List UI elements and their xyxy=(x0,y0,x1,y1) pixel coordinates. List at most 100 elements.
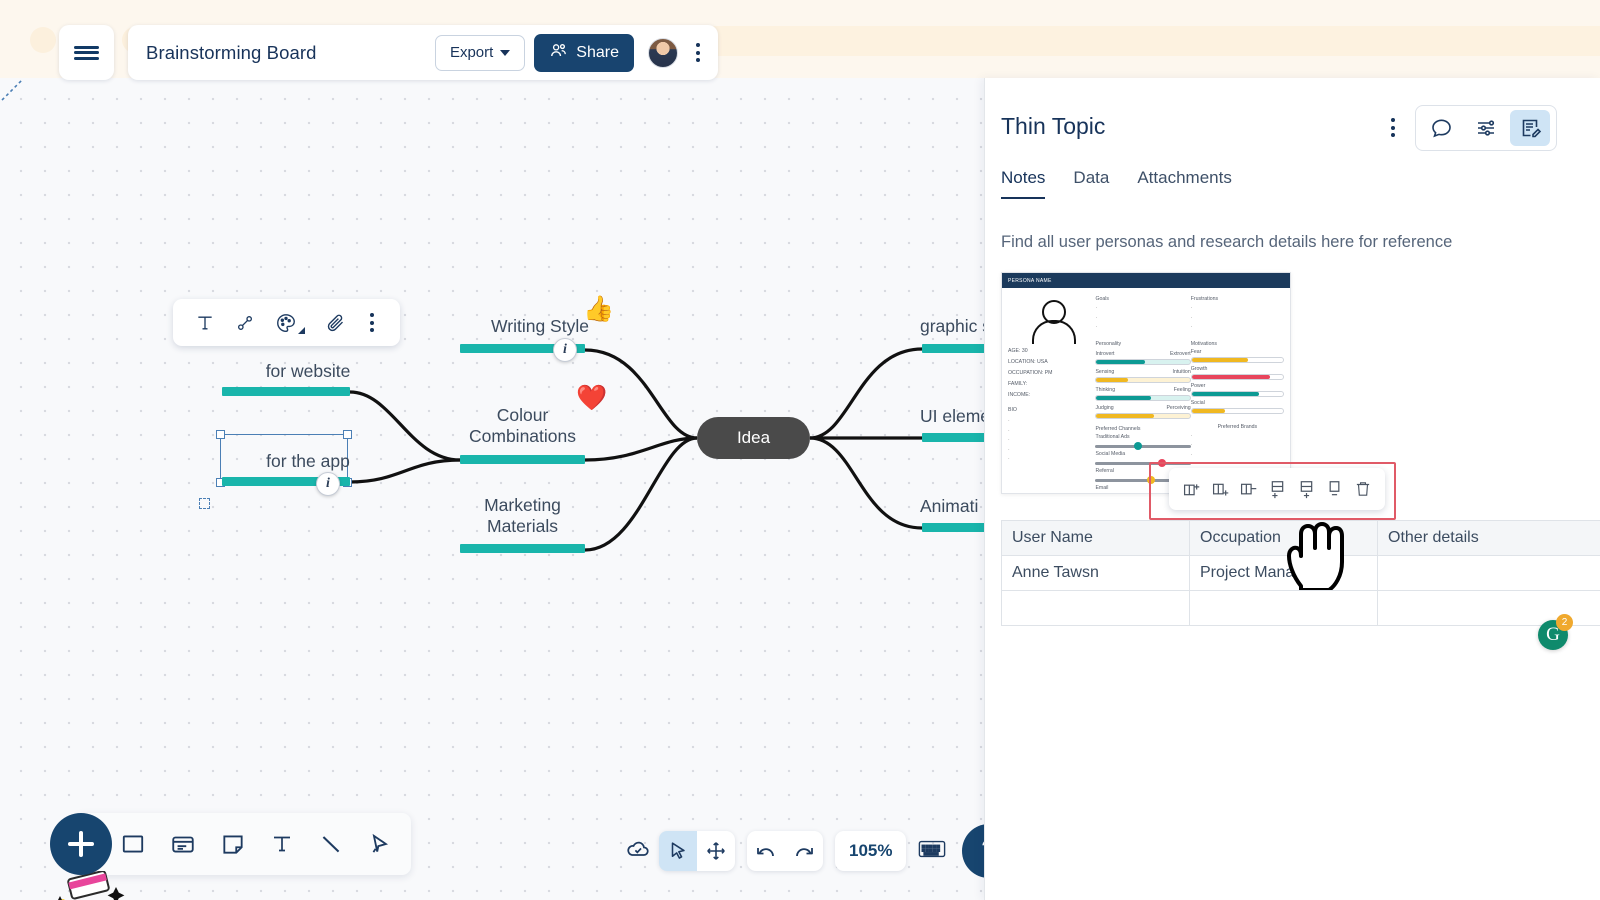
persona-bio-label: BIO xyxy=(1008,407,1017,413)
table-cell-user-name[interactable]: Anne Tawsn xyxy=(1001,555,1190,591)
persona-bio-line: · xyxy=(1008,446,1010,453)
node-bar-colour-combinations[interactable] xyxy=(460,455,585,464)
board-title[interactable]: Brainstorming Board xyxy=(146,42,435,64)
motivation-label: Social xyxy=(1190,399,1205,406)
table-edit-toolbar[interactable] xyxy=(1169,468,1385,510)
pen-tool-icon[interactable] xyxy=(368,831,394,857)
persona-bio-line: · xyxy=(1008,456,1010,462)
persona-goals-label: Goals xyxy=(1095,296,1110,302)
notes-description-text: Find all user personas and research deta… xyxy=(1001,233,1453,251)
keyboard-shortcuts-icon[interactable] xyxy=(918,838,946,865)
trait-right-label: Feeling xyxy=(1173,386,1191,393)
delete-column-icon[interactable] xyxy=(1239,480,1258,499)
pan-move-icon[interactable] xyxy=(697,831,735,871)
table-row[interactable] xyxy=(1001,590,1600,626)
table-cell-other-details[interactable] xyxy=(1377,555,1600,591)
table-header-occupation[interactable]: Occupation xyxy=(1189,520,1378,556)
comment-bubble-icon[interactable] xyxy=(1422,110,1462,146)
trait-left-label: Sensing xyxy=(1095,368,1115,375)
persona-frustration-line: · xyxy=(1190,314,1193,321)
resize-handle-tr[interactable] xyxy=(343,430,352,439)
insert-row-above-icon[interactable] xyxy=(1268,480,1287,499)
insert-column-left-icon[interactable] xyxy=(1182,480,1201,499)
share-button[interactable]: Share xyxy=(534,33,634,72)
zoom-level-value: 105% xyxy=(849,841,893,860)
user-avatar[interactable] xyxy=(648,37,678,68)
persona-trait: Introvert Extrovert xyxy=(1095,350,1191,365)
text-tool-icon[interactable] xyxy=(270,832,294,856)
grammarly-badge[interactable]: G 2 xyxy=(1538,614,1573,650)
persona-motivation: Power xyxy=(1190,383,1284,397)
line-tool-icon[interactable] xyxy=(318,831,344,857)
pointer-mode-pill[interactable] xyxy=(659,831,735,871)
resize-handle-tl[interactable] xyxy=(216,430,225,439)
shape-tool-dock[interactable] xyxy=(75,813,411,875)
chevron-down-icon xyxy=(500,49,511,56)
window-close-dot[interactable] xyxy=(30,27,56,53)
zoom-level-display[interactable]: 105% xyxy=(835,831,907,871)
add-element-button[interactable] xyxy=(50,813,112,875)
node-info-badge-for-the-app[interactable]: i xyxy=(316,472,340,496)
persona-trait: Sensing Intuition xyxy=(1095,368,1191,383)
table-header-other-details[interactable]: Other details xyxy=(1377,520,1600,556)
redo-arrow-icon[interactable] xyxy=(785,831,823,871)
history-pill[interactable] xyxy=(747,831,823,871)
cursor-select-icon[interactable] xyxy=(659,831,697,871)
tab-notes[interactable]: Notes xyxy=(1001,168,1046,199)
persona-goal-line: · xyxy=(1095,324,1098,330)
table-cell-occupation[interactable]: Project Manager xyxy=(1189,555,1378,591)
main-menu-button[interactable] xyxy=(59,25,114,80)
panel-view-toggle-group[interactable] xyxy=(1415,105,1557,151)
node-info-badge-writing-style[interactable]: i xyxy=(553,338,577,362)
trait-right-label: Extrovert xyxy=(1169,350,1191,357)
persona-middle-column: Goals · · · Personality Introvert Extrove… xyxy=(1095,296,1191,491)
panel-tabs[interactable]: Notes Data Attachments xyxy=(1001,168,1232,199)
panel-more-options-icon[interactable] xyxy=(1391,118,1395,137)
table-cell-user-name[interactable] xyxy=(1001,590,1190,626)
motivation-fill xyxy=(1191,391,1260,396)
sticky-note-icon[interactable] xyxy=(220,831,246,857)
persona-channels-label: Preferred Channels xyxy=(1095,425,1141,432)
reaction-heart-emoji[interactable]: ❤️ xyxy=(576,386,607,411)
delete-row-icon[interactable] xyxy=(1325,480,1344,499)
trait-left-label: Thinking xyxy=(1095,386,1116,393)
rectangle-shape-icon[interactable] xyxy=(120,831,146,857)
notes-edit-icon[interactable] xyxy=(1510,110,1550,146)
node-label-for-website: for website xyxy=(265,361,351,381)
persona-left-column: AGE: 30 LOCATION: USA OCCUPATION: PM FAM… xyxy=(1008,296,1095,487)
table-row[interactable]: Anne Tawsn Project Manager xyxy=(1001,555,1600,591)
attachment-paperclip-icon[interactable] xyxy=(325,312,346,333)
node-more-options-icon[interactable] xyxy=(366,309,378,336)
trash-delete-table-icon[interactable] xyxy=(1354,480,1372,498)
drag-ghost-handle[interactable] xyxy=(199,498,210,509)
color-palette-icon[interactable] xyxy=(275,312,305,334)
motivation-label: Fear xyxy=(1190,348,1202,355)
persona-field-income: INCOME: xyxy=(1008,392,1031,398)
node-context-toolbar[interactable] xyxy=(173,299,400,346)
tab-attachments[interactable]: Attachments xyxy=(1137,168,1232,199)
board-more-options-icon[interactable] xyxy=(692,39,704,66)
table-cell-occupation[interactable] xyxy=(1189,590,1378,626)
trait-fill xyxy=(1096,413,1155,418)
insert-column-right-icon[interactable] xyxy=(1211,480,1230,499)
motivation-label: Growth xyxy=(1190,365,1208,372)
connector-line-icon[interactable] xyxy=(235,313,255,333)
center-node-idea[interactable]: Idea xyxy=(697,417,810,459)
node-bar-marketing-materials[interactable] xyxy=(460,544,585,553)
tab-data[interactable]: Data xyxy=(1073,168,1109,199)
export-button[interactable]: Export xyxy=(434,34,526,71)
settings-sliders-icon[interactable] xyxy=(1466,110,1506,146)
card-shape-icon[interactable] xyxy=(170,831,196,857)
board-toolbar: Brainstorming Board Export Share xyxy=(128,25,718,80)
persona-motivation: Fear xyxy=(1190,348,1284,363)
persona-card-image[interactable]: PERSONA NAME AGE: 30 LOCATION: USA OCCUP… xyxy=(1001,272,1291,494)
persona-frustration-line: · xyxy=(1190,305,1193,311)
undo-arrow-icon[interactable] xyxy=(747,831,785,871)
table-header-user-name[interactable]: User Name xyxy=(1001,520,1190,556)
node-bar-for-website[interactable] xyxy=(222,387,350,396)
user-data-table[interactable]: User Name Occupation Other details Anne … xyxy=(1001,520,1600,626)
insert-row-below-icon[interactable] xyxy=(1297,480,1316,499)
cloud-saved-icon[interactable] xyxy=(625,836,651,867)
text-format-icon[interactable] xyxy=(195,313,215,333)
reaction-thumbs-up-emoji[interactable]: 👍 xyxy=(583,297,614,322)
